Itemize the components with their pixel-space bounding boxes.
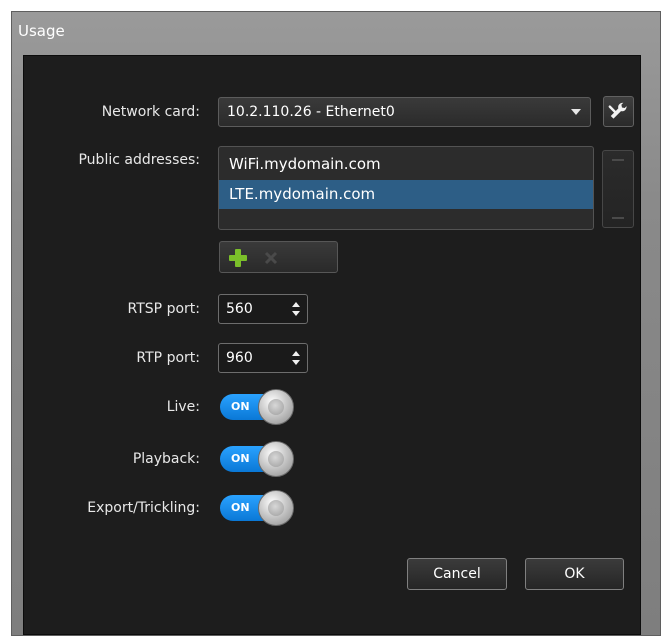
ok-button[interactable]: OK [525, 558, 624, 590]
toggle-knob[interactable] [258, 490, 294, 526]
list-item[interactable]: WiFi.mydomain.com [219, 150, 593, 179]
network-card-combo[interactable]: 10.2.110.26 - Ethernet0 [218, 97, 591, 127]
spin-arrows-icon[interactable] [291, 300, 301, 318]
rtp-port-value: 960 [226, 350, 253, 366]
rtp-port-input[interactable]: 960 [218, 343, 308, 373]
toggle-state: ON [231, 400, 250, 413]
export-trickling-toggle[interactable]: ON [220, 490, 296, 526]
list-item[interactable]: LTE.mydomain.com [219, 180, 593, 209]
playback-label: Playback: [132, 451, 200, 467]
cancel-button[interactable]: Cancel [407, 558, 507, 590]
dialog-title: Usage [18, 22, 65, 40]
network-card-label: Network card: [101, 104, 200, 120]
rtsp-port-value: 560 [226, 301, 253, 317]
toggle-state: ON [231, 452, 250, 465]
export-trickling-label: Export/Trickling: [87, 500, 200, 516]
toggle-knob[interactable] [258, 441, 294, 477]
remove-icon[interactable] [264, 251, 278, 265]
usage-dialog: Usage Network card: 10.2.110.26 - Ethern… [11, 11, 661, 636]
live-toggle[interactable]: ON [220, 389, 296, 425]
toggle-state: ON [231, 501, 250, 514]
public-addresses-list[interactable]: WiFi.mydomain.com LTE.mydomain.com [218, 146, 594, 230]
dialog-body: Network card: 10.2.110.26 - Ethernet0 Pu… [23, 55, 641, 635]
rtsp-port-input[interactable]: 560 [218, 294, 308, 324]
live-label: Live: [166, 399, 200, 415]
rtsp-port-label: RTSP port: [127, 301, 200, 317]
toggle-knob[interactable] [258, 389, 294, 425]
playback-toggle[interactable]: ON [220, 441, 296, 477]
list-scrollbar[interactable] [602, 150, 634, 228]
configure-button[interactable] [603, 96, 634, 127]
wrench-icon [608, 102, 627, 119]
network-card-value: 10.2.110.26 - Ethernet0 [227, 104, 395, 120]
spin-arrows-icon[interactable] [291, 349, 301, 367]
rtp-port-label: RTP port: [136, 350, 200, 366]
add-icon[interactable] [228, 248, 248, 268]
add-remove-toolbar [219, 241, 338, 273]
scroll-down-indicator [612, 217, 624, 219]
scroll-up-indicator [612, 159, 624, 161]
public-addresses-label: Public addresses: [78, 152, 200, 168]
dropdown-arrow-icon [571, 109, 581, 115]
